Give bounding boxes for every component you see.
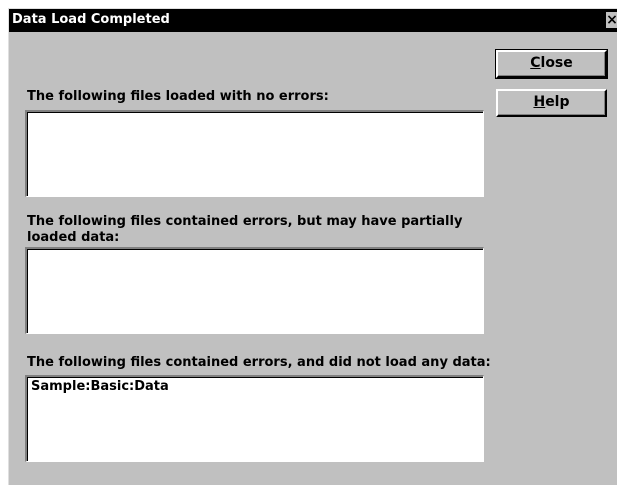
- help-button[interactable]: Help: [496, 89, 607, 117]
- failed-files-label: The following files contained errors, an…: [27, 355, 491, 370]
- no-errors-label: The following files loaded with no error…: [27, 89, 329, 104]
- help-button-label: elp: [545, 94, 570, 110]
- no-errors-listbox[interactable]: [25, 110, 484, 197]
- close-window-icon[interactable]: ×: [606, 12, 617, 28]
- failed-files-listbox[interactable]: Sample:Basic:Data: [25, 375, 484, 462]
- data-load-completed-dialog: Data Load Completed × Close Help The fol…: [8, 8, 617, 485]
- partial-errors-listbox[interactable]: [25, 247, 484, 334]
- partial-errors-label-line1: The following files contained errors, bu…: [27, 214, 463, 229]
- close-button-mnemonic: C: [530, 55, 541, 71]
- title-bar: Data Load Completed ×: [9, 9, 617, 32]
- close-button-label: lose: [540, 55, 573, 71]
- help-button-mnemonic: H: [533, 94, 546, 110]
- partial-errors-label-line2: loaded data:: [27, 230, 120, 245]
- close-button[interactable]: Close: [495, 49, 608, 79]
- list-item[interactable]: Sample:Basic:Data: [27, 377, 483, 397]
- dialog-title: Data Load Completed: [12, 12, 170, 27]
